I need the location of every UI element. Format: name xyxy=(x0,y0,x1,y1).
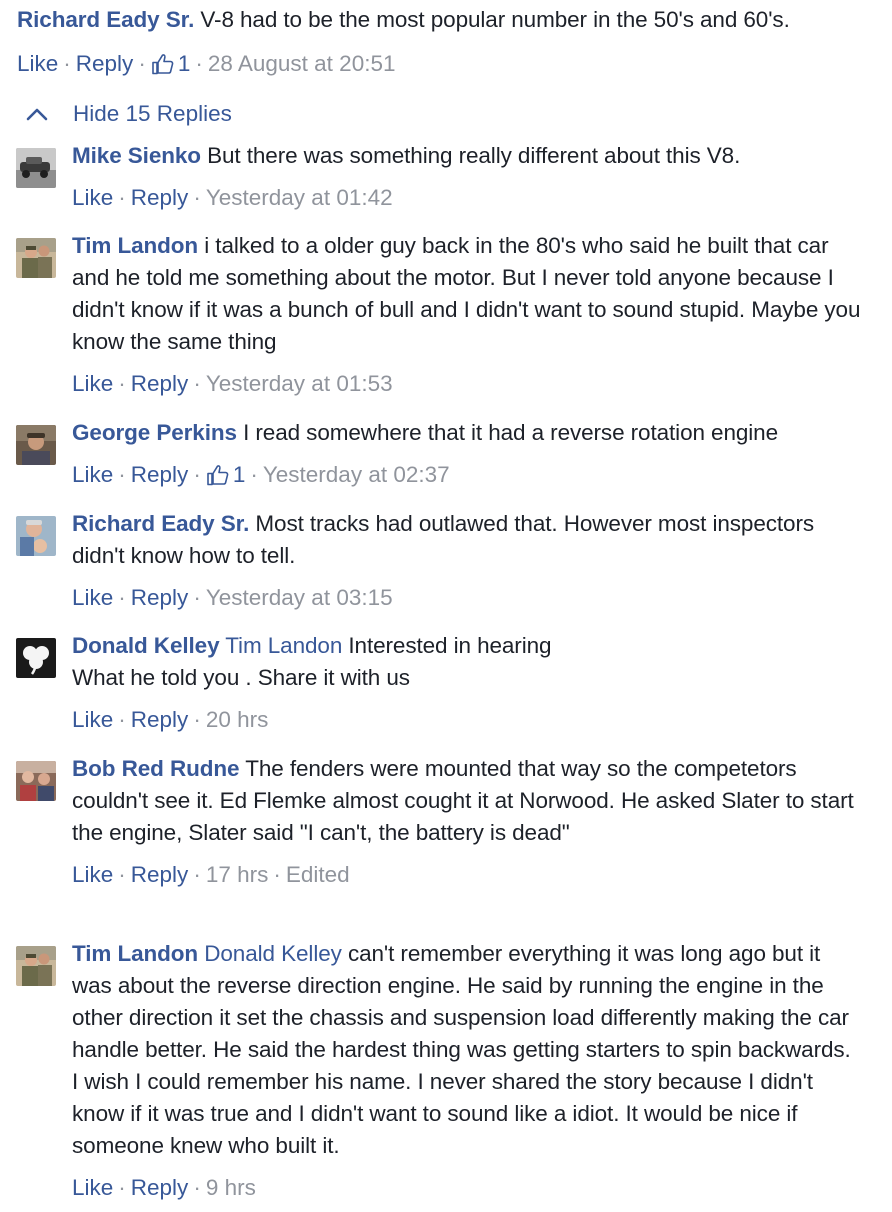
like-link[interactable]: Like xyxy=(72,704,113,736)
timestamp[interactable]: 20 hrs xyxy=(206,704,269,736)
separator: · xyxy=(193,862,201,887)
reply-text-block: Tim Landon i talked to a older guy back … xyxy=(72,230,862,358)
thumbs-up-icon xyxy=(152,54,174,75)
like-count[interactable]: 1 xyxy=(151,48,191,80)
like-count-value: 1 xyxy=(232,462,246,487)
like-link[interactable]: Like xyxy=(72,582,113,614)
avatar-soldier-photo-icon xyxy=(16,946,56,986)
avatar-soldier-photo-icon xyxy=(16,238,56,278)
reply-actions: Like · Reply · 17 hrs · Edited xyxy=(72,859,862,891)
like-link[interactable]: Like xyxy=(72,1172,113,1204)
reply-text-block: Donald Kelley Tim Landon Interested in h… xyxy=(72,630,862,694)
separator: · xyxy=(193,185,201,210)
reply-text-block: Bob Red Rudne The fenders were mounted t… xyxy=(72,753,862,849)
timestamp[interactable]: Yesterday at 01:42 xyxy=(206,182,393,214)
separator: · xyxy=(118,462,126,487)
comment-text: V-8 had to be the most popular number in… xyxy=(200,7,790,32)
reply-actions: Like · Reply · 1 · Yesterday at 02:37 xyxy=(72,459,862,491)
separator: · xyxy=(193,1175,201,1200)
edited-label[interactable]: Edited xyxy=(286,859,350,891)
reply-author[interactable]: Mike Sienko xyxy=(72,143,201,168)
separator: · xyxy=(118,707,126,732)
reply-actions: Like · Reply · 20 hrs xyxy=(72,704,862,736)
timestamp[interactable]: Yesterday at 02:37 xyxy=(263,459,450,491)
top-comment-actions: Like · Reply · 1 · 28 August at 20:51 xyxy=(17,48,396,80)
avatar[interactable] xyxy=(16,425,56,465)
separator: · xyxy=(193,371,201,396)
hide-replies-label: Hide 15 Replies xyxy=(73,101,232,126)
reply-link[interactable]: Reply xyxy=(131,582,189,614)
top-comment: Richard Eady Sr. V-8 had to be the most … xyxy=(17,4,877,36)
separator: · xyxy=(118,585,126,610)
separator: · xyxy=(118,371,126,396)
like-link[interactable]: Like xyxy=(72,368,113,400)
timestamp[interactable]: 17 hrs xyxy=(206,859,269,891)
avatar[interactable] xyxy=(16,761,56,801)
comment-author[interactable]: Richard Eady Sr. xyxy=(17,7,194,32)
like-count[interactable]: 1 xyxy=(206,459,246,491)
timestamp[interactable]: Yesterday at 01:53 xyxy=(206,368,393,400)
reply-link[interactable]: Reply xyxy=(131,859,189,891)
reply-link[interactable]: Reply xyxy=(131,182,189,214)
separator: · xyxy=(273,862,281,887)
reply-author[interactable]: Richard Eady Sr. xyxy=(72,511,249,536)
reply-text-block: Tim Landon Donald Kelley can't remember … xyxy=(72,938,862,1162)
reply-author[interactable]: Tim Landon xyxy=(72,233,198,258)
like-link[interactable]: Like xyxy=(72,459,113,491)
reply-actions: Like · Reply · 9 hrs xyxy=(72,1172,862,1204)
separator: · xyxy=(118,862,126,887)
mention-link[interactable]: Tim Landon xyxy=(225,633,342,658)
reply-author[interactable]: Tim Landon xyxy=(72,941,198,966)
avatar-people-photo-icon xyxy=(16,761,56,801)
thumbs-up-icon xyxy=(207,465,229,486)
mention-link[interactable]: Donald Kelley xyxy=(204,941,342,966)
reply-link[interactable]: Reply xyxy=(131,1172,189,1204)
avatar[interactable] xyxy=(16,516,56,556)
separator: · xyxy=(63,51,71,76)
reply-text: But there was something really different… xyxy=(207,143,741,168)
separator: · xyxy=(193,462,201,487)
reply-text-block: George Perkins I read somewhere that it … xyxy=(72,417,862,449)
avatar-man-photo-icon xyxy=(16,425,56,465)
reply-link[interactable]: Reply xyxy=(76,48,134,80)
like-link[interactable]: Like xyxy=(72,182,113,214)
reply-author[interactable]: George Perkins xyxy=(72,420,237,445)
timestamp[interactable]: 28 August at 20:51 xyxy=(208,48,396,80)
like-link[interactable]: Like xyxy=(72,859,113,891)
separator: · xyxy=(118,185,126,210)
reply-author[interactable]: Bob Red Rudne xyxy=(72,756,240,781)
avatar[interactable] xyxy=(16,946,56,986)
chevron-up-icon xyxy=(26,108,48,121)
separator: · xyxy=(193,707,201,732)
like-link[interactable]: Like xyxy=(17,48,58,80)
reply-text-block: Richard Eady Sr. Most tracks had outlawe… xyxy=(72,508,862,572)
timestamp[interactable]: 9 hrs xyxy=(206,1172,256,1204)
separator: · xyxy=(118,1175,126,1200)
separator: · xyxy=(138,51,146,76)
avatar[interactable] xyxy=(16,238,56,278)
reply-actions: Like · Reply · Yesterday at 03:15 xyxy=(72,582,862,614)
avatar[interactable] xyxy=(16,638,56,678)
like-count-value: 1 xyxy=(177,51,191,76)
separator: · xyxy=(195,51,203,76)
reply-actions: Like · Reply · Yesterday at 01:53 xyxy=(72,368,862,400)
avatar-shamrock-icon xyxy=(16,638,56,678)
avatar-car-photo-icon xyxy=(16,148,56,188)
reply-actions: Like · Reply · Yesterday at 01:42 xyxy=(72,182,862,214)
avatar-man-child-photo-icon xyxy=(16,516,56,556)
reply-text: I read somewhere that it had a reverse r… xyxy=(243,420,779,445)
reply-link[interactable]: Reply xyxy=(131,368,189,400)
separator: · xyxy=(250,462,258,487)
separator: · xyxy=(193,585,201,610)
avatar[interactable] xyxy=(16,148,56,188)
reply-text: can't remember everything it was long ag… xyxy=(72,941,851,1158)
reply-link[interactable]: Reply xyxy=(131,459,189,491)
timestamp[interactable]: Yesterday at 03:15 xyxy=(206,582,393,614)
reply-link[interactable]: Reply xyxy=(131,704,189,736)
hide-replies-toggle[interactable]: Hide 15 Replies xyxy=(26,98,232,130)
reply-author[interactable]: Donald Kelley xyxy=(72,633,220,658)
reply-text-block: Mike Sienko But there was something real… xyxy=(72,140,862,172)
